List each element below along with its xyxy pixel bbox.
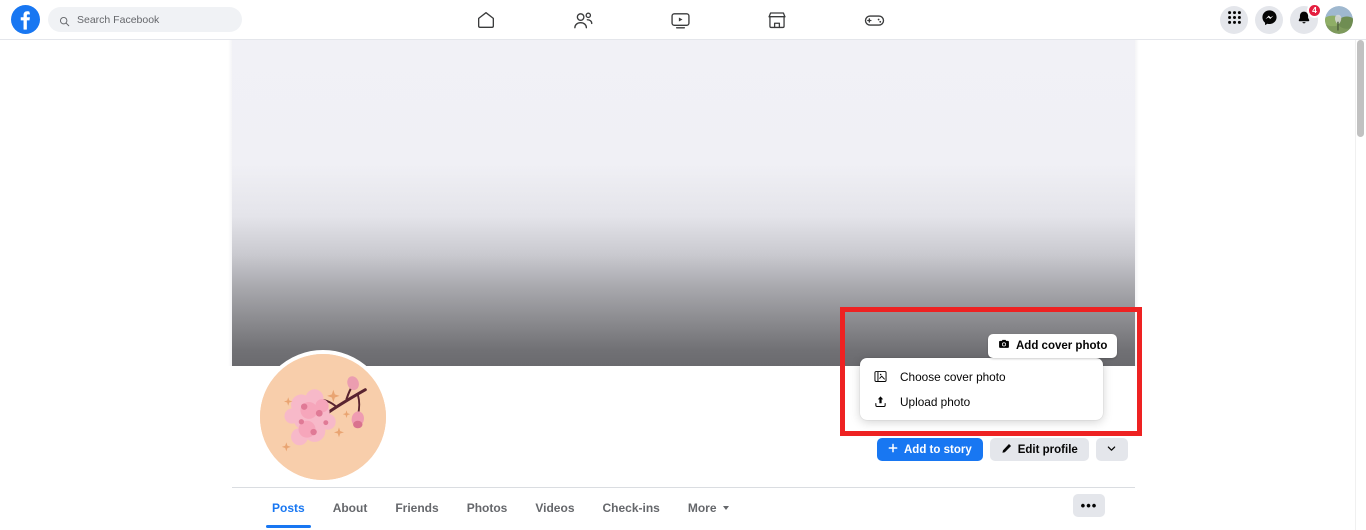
cover-photo-dropdown-menu: Choose cover photo Upload photo — [860, 358, 1103, 420]
plus-icon — [888, 443, 898, 456]
nav-tab-video[interactable] — [652, 3, 708, 37]
tab-posts-label: Posts — [272, 501, 305, 515]
add-to-story-button[interactable]: Add to story — [877, 438, 983, 461]
nav-tab-friends[interactable] — [555, 3, 611, 37]
gaming-icon — [863, 9, 886, 32]
tab-check-ins-label: Check-ins — [602, 501, 660, 515]
add-to-story-label: Add to story — [904, 443, 972, 456]
tab-videos-label: Videos — [535, 501, 575, 515]
profile-picture[interactable] — [256, 350, 390, 484]
menu-item-choose-cover-photo-label: Choose cover photo — [900, 369, 1006, 384]
camera-icon — [998, 337, 1010, 355]
video-icon — [669, 9, 692, 32]
facebook-logo[interactable] — [11, 5, 40, 34]
tab-friends-label: Friends — [395, 501, 439, 515]
tab-about-label: About — [332, 501, 368, 515]
profile-action-buttons: Add to story Edit profile — [877, 438, 1128, 461]
edit-profile-label: Edit profile — [1017, 443, 1078, 456]
cover-photo-placeholder[interactable] — [232, 40, 1135, 366]
tab-posts[interactable]: Posts — [258, 488, 319, 528]
search-input[interactable]: Search Facebook — [48, 7, 242, 32]
nav-tab-marketplace[interactable] — [749, 3, 805, 37]
page-scrollbar-thumb[interactable] — [1357, 40, 1364, 137]
tab-about[interactable]: About — [319, 488, 382, 528]
notification-badge: 4 — [1307, 3, 1322, 18]
top-navigation-bar: Search Facebook 4 — [0, 0, 1366, 40]
home-icon — [475, 9, 497, 31]
messenger-icon — [1261, 9, 1278, 31]
tab-check-ins[interactable]: Check-ins — [589, 488, 674, 528]
profile-tabs: Posts About Friends Photos Videos Check-… — [232, 488, 743, 528]
chevron-down-icon — [722, 506, 729, 510]
chevron-down-icon — [1106, 443, 1117, 457]
nav-tab-home[interactable] — [458, 3, 514, 37]
marketplace-icon — [766, 9, 788, 31]
search-icon — [59, 14, 70, 27]
nav-center-tabs — [420, 0, 940, 40]
friends-icon — [572, 9, 595, 32]
tabs-overflow-button[interactable]: ••• — [1073, 494, 1105, 517]
nav-right-section: 4 — [1220, 0, 1353, 40]
tab-more[interactable]: More — [674, 488, 743, 528]
cover-right-edge — [1135, 40, 1139, 366]
nav-tab-gaming[interactable] — [846, 3, 902, 37]
tab-more-label: More — [687, 501, 717, 515]
menu-item-choose-cover-photo[interactable]: Choose cover photo — [860, 364, 1103, 389]
tab-videos[interactable]: Videos — [521, 488, 588, 528]
account-avatar[interactable] — [1325, 6, 1353, 34]
add-cover-photo-label: Add cover photo — [1016, 340, 1108, 352]
grid-menu-icon — [1227, 10, 1242, 30]
search-placeholder-text: Search Facebook — [77, 13, 160, 26]
grid-menu-button[interactable] — [1220, 6, 1248, 34]
notifications-button[interactable]: 4 — [1290, 3, 1322, 34]
tab-photos[interactable]: Photos — [453, 488, 522, 528]
upload-icon — [872, 394, 888, 410]
nav-left-section: Search Facebook — [0, 5, 242, 34]
tab-photos-label: Photos — [466, 501, 508, 515]
add-cover-photo-button[interactable]: Add cover photo — [988, 334, 1118, 358]
menu-item-upload-photo[interactable]: Upload photo — [860, 389, 1103, 414]
profile-more-dropdown-button[interactable] — [1095, 438, 1128, 461]
messenger-button[interactable] — [1255, 6, 1283, 34]
photo-frame-icon — [872, 369, 888, 385]
menu-item-upload-photo-label: Upload photo — [900, 394, 971, 409]
profile-tabs-bar: Posts About Friends Photos Videos Check-… — [232, 487, 1135, 530]
tab-friends[interactable]: Friends — [381, 488, 452, 528]
edit-profile-button[interactable]: Edit profile — [989, 438, 1089, 461]
pencil-icon — [1001, 443, 1012, 457]
